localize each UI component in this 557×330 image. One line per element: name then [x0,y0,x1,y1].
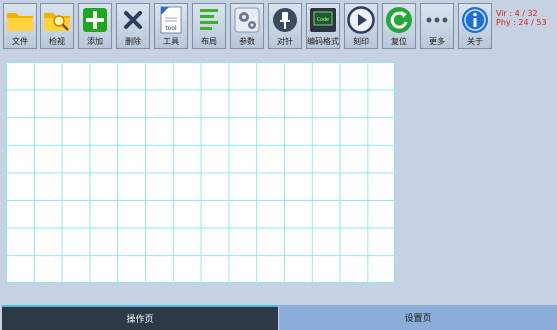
reset-label: 复位 [391,37,407,46]
tool-icon: tool [157,5,185,35]
folder-icon [6,5,34,35]
reset-button[interactable]: 复位 [382,3,416,49]
file-label: 文件 [12,37,28,46]
engrave-label: 刻印 [353,37,369,46]
svg-text:Code: Code [317,17,329,23]
counters: Vir : 4 / 32 Phy : 24 / 53 [496,9,547,27]
encoding-button[interactable]: Code 编码格式 [306,3,340,49]
params-label: 参数 [239,37,255,46]
vir-counter: Vir : 4 / 32 [496,9,538,18]
more-icon [423,5,451,35]
folder-search-icon [43,5,71,35]
gears-icon [233,5,261,35]
phy-counter: Phy : 24 / 53 [496,18,547,27]
pin-icon [271,5,299,35]
play-icon [347,5,375,35]
params-button[interactable]: 参数 [230,3,264,49]
layout-icon [195,5,223,35]
view-label: 检视 [49,37,65,46]
more-button[interactable]: 更多 [420,3,454,49]
view-button[interactable]: 检视 [40,3,74,49]
design-canvas[interactable] [6,62,395,283]
tool-label: 工具 [163,37,179,46]
align-label: 对针 [277,37,293,46]
tab-settings[interactable]: 设置页 [279,305,557,330]
toolbar: 文件 检视 添加 删除 tool 工具 布局 参数 对针 Code 编码格式 刻… [0,0,557,50]
layout-label: 布局 [201,37,217,46]
add-button[interactable]: 添加 [78,3,112,49]
about-button[interactable]: 关于 [458,3,492,49]
add-label: 添加 [87,37,103,46]
svg-text:tool: tool [165,25,177,32]
reset-icon [385,5,413,35]
delete-label: 删除 [125,37,141,46]
tab-operation[interactable]: 操作页 [2,305,278,330]
info-icon [461,5,489,35]
delete-icon [119,5,147,35]
file-button[interactable]: 文件 [3,3,37,49]
encoding-icon: Code [309,5,337,35]
about-label: 关于 [467,37,483,46]
more-label: 更多 [429,37,445,46]
add-icon [81,5,109,35]
layout-button[interactable]: 布局 [192,3,226,49]
page-tabs: 操作页 设置页 [0,305,557,330]
delete-button[interactable]: 删除 [116,3,150,49]
align-button[interactable]: 对针 [268,3,302,49]
engrave-button[interactable]: 刻印 [344,3,378,49]
tool-button[interactable]: tool 工具 [154,3,188,49]
encoding-label: 编码格式 [307,37,339,46]
